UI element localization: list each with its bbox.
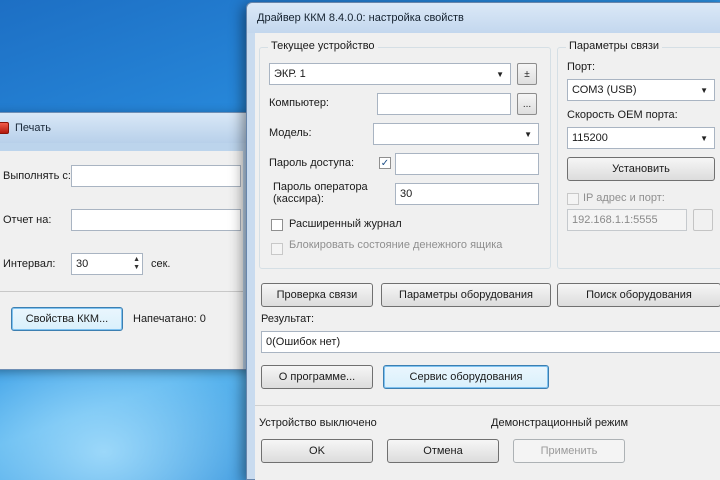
- ip-input-value: 192.168.1.1:5555: [572, 214, 658, 226]
- interval-unit: сек.: [151, 258, 171, 270]
- speed-label: Скорость ОЕМ порта:: [567, 109, 678, 121]
- ip-input[interactable]: 192.168.1.1:5555: [567, 209, 687, 231]
- report-label: Отчет на:: [3, 214, 52, 226]
- current-device-group-title: Текущее устройство: [268, 40, 378, 52]
- driver-window-client: Текущее устройство ЭКР. 1 ▼ ± Компьютер:…: [255, 33, 720, 480]
- ok-button[interactable]: OK: [261, 439, 373, 463]
- port-select[interactable]: СОМ3 (USB) ▼: [567, 79, 715, 101]
- result-field: 0(Ошибок нет): [261, 331, 720, 353]
- interval-row: Интервал: 30 ▲ ▼ сек.: [0, 253, 243, 275]
- ip-label: IP адрес и порт:: [583, 192, 665, 204]
- chevron-down-icon: ▼: [700, 133, 708, 143]
- driver-window-titlebar[interactable]: Драйвер ККМ 8.4.0.0: настройка свойств: [247, 3, 720, 33]
- model-select[interactable]: ▼: [373, 123, 539, 145]
- access-password-input[interactable]: [395, 153, 539, 175]
- operator-password-input[interactable]: 30: [395, 183, 539, 205]
- extended-log-label: Расширенный журнал: [289, 218, 402, 230]
- report-row: Отчет на:: [0, 209, 243, 231]
- result-label: Результат:: [261, 313, 315, 325]
- block-drawer-label: Блокировать состояние денежного ящика: [289, 239, 503, 251]
- check-link-button[interactable]: Проверка связи: [261, 283, 373, 307]
- plus-icon: ±: [524, 68, 530, 80]
- print-from-input[interactable]: [71, 165, 241, 187]
- stepper-arrows-icon[interactable]: ▲ ▼: [133, 256, 140, 272]
- block-drawer-checkbox[interactable]: [271, 243, 283, 255]
- interval-value: 30: [76, 258, 89, 270]
- service-equipment-button[interactable]: Сервис оборудования: [383, 365, 549, 389]
- print-from-row: Выполнять с:: [0, 165, 243, 187]
- kkm-properties-button[interactable]: Свойства ККМ...: [11, 307, 123, 331]
- driver-properties-window: Драйвер ККМ 8.4.0.0: настройка свойств Т…: [246, 2, 720, 480]
- speed-select[interactable]: 115200 ▼: [567, 127, 715, 149]
- about-button[interactable]: О программе...: [261, 365, 373, 389]
- computer-label: Компьютер:: [269, 97, 329, 109]
- print-window-titlebar[interactable]: Печать: [0, 113, 251, 143]
- demo-mode-label: Демонстрационный режим: [491, 417, 629, 429]
- device-status-label: Устройство выключено: [259, 417, 377, 429]
- result-value: 0(Ошибок нет): [266, 336, 341, 348]
- print-window: Печать Выполнять с: Отчет на: Интервал: …: [0, 112, 252, 370]
- bottom-divider: [255, 405, 720, 406]
- printed-count-status: Напечатано: 0: [133, 313, 206, 325]
- model-label: Модель:: [269, 127, 312, 139]
- device-select[interactable]: ЭКР. 1 ▼: [269, 63, 511, 85]
- device-add-button[interactable]: ±: [517, 63, 537, 85]
- operator-password-value: 30: [400, 188, 413, 200]
- access-password-checkbox[interactable]: ✓: [379, 157, 391, 169]
- chevron-down-icon: ▼: [700, 85, 708, 95]
- ip-browse-button[interactable]: [693, 209, 713, 231]
- driver-window-title: Драйвер ККМ 8.4.0.0: настройка свойств: [257, 12, 464, 24]
- computer-browse-button[interactable]: ...: [517, 93, 537, 115]
- print-app-icon: [0, 122, 9, 134]
- speed-select-value: 115200: [572, 132, 608, 144]
- chevron-down-icon: ▼: [496, 69, 504, 79]
- setup-button[interactable]: Установить: [567, 157, 715, 181]
- interval-label: Интервал:: [3, 258, 56, 270]
- device-select-value: ЭКР. 1: [274, 68, 306, 80]
- chevron-down-icon: ▼: [524, 129, 532, 139]
- print-window-divider: [0, 291, 243, 292]
- port-select-value: СОМ3 (USB): [572, 84, 637, 96]
- operator-password-label: Пароль оператора (кассира):: [273, 181, 368, 205]
- print-window-client: Выполнять с: Отчет на: Интервал: 30 ▲ ▼ с…: [0, 151, 243, 369]
- cancel-button[interactable]: Отмена: [387, 439, 499, 463]
- equipment-params-button[interactable]: Параметры оборудования: [381, 283, 551, 307]
- link-params-group-title: Параметры связи: [566, 40, 663, 52]
- ip-checkbox[interactable]: [567, 193, 579, 205]
- report-input[interactable]: [71, 209, 241, 231]
- interval-stepper[interactable]: 30 ▲ ▼: [71, 253, 143, 275]
- extended-log-checkbox[interactable]: [271, 219, 283, 231]
- search-equipment-button[interactable]: Поиск оборудования: [557, 283, 720, 307]
- apply-button[interactable]: Применить: [513, 439, 625, 463]
- print-from-label: Выполнять с:: [3, 170, 71, 182]
- print-window-title: Печать: [15, 122, 52, 134]
- checkmark-icon: ✓: [380, 157, 390, 169]
- access-password-label: Пароль доступа:: [269, 157, 355, 169]
- computer-input[interactable]: [377, 93, 511, 115]
- port-label: Порт:: [567, 61, 595, 73]
